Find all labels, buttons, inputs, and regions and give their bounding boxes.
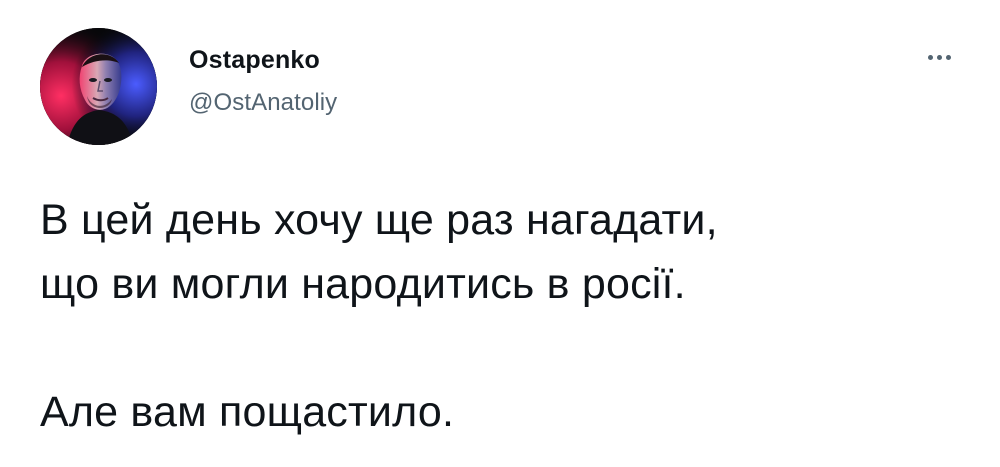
more-horizontal-icon-dot — [936, 54, 942, 60]
tweet-line: Але вам пощастило. — [40, 388, 455, 436]
tweet-text: В цей день хочу ще раз нагадати, що ви м… — [40, 188, 980, 444]
more-horizontal-icon — [927, 54, 933, 60]
author-handle[interactable]: @OstAnatoliy — [189, 88, 337, 118]
more-horizontal-icon-dot — [945, 54, 951, 60]
avatar-photo — [40, 28, 157, 145]
tweet-line: В цей день хочу ще раз нагадати, — [40, 196, 718, 244]
tweet-card: Ostapenko @OstAnatoliy В цей день хочу щ… — [0, 0, 1000, 467]
tweet-line: що ви могли народитись в росії. — [40, 260, 686, 308]
author-display-name[interactable]: Ostapenko — [189, 45, 320, 75]
author-avatar[interactable] — [40, 28, 157, 145]
more-options-button[interactable] — [916, 40, 962, 74]
